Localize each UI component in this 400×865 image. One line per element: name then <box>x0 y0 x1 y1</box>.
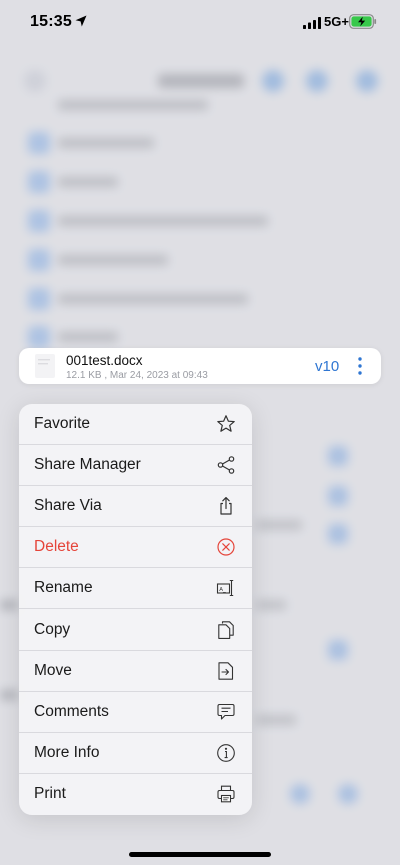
menu-item-more-info[interactable]: More Info <box>19 733 252 774</box>
network-type: 5G+ <box>324 14 349 29</box>
menu-item-print[interactable]: Print <box>19 774 252 815</box>
menu-item-label: Share Manager <box>34 456 141 474</box>
menu-item-label: Delete <box>34 538 79 556</box>
menu-item-favorite[interactable]: Favorite <box>19 404 252 446</box>
location-arrow-icon <box>74 14 88 28</box>
star-icon <box>216 414 236 434</box>
document-thumbnail-icon <box>33 352 69 380</box>
svg-text:A_: A_ <box>219 587 226 593</box>
more-vertical-icon[interactable] <box>355 355 365 377</box>
menu-item-label: Copy <box>34 620 71 638</box>
file-meta: 12.1 KB , Mar 24, 2023 at 09:43 <box>66 370 208 381</box>
menu-item-copy[interactable]: Copy <box>19 609 252 651</box>
share-icon <box>216 496 236 516</box>
status-bar: 15:35 5G+ <box>0 0 400 44</box>
move-icon <box>216 661 236 681</box>
file-name: 001test.docx <box>66 353 143 368</box>
menu-item-label: Share Via <box>34 497 102 515</box>
menu-item-label: More Info <box>34 743 100 761</box>
menu-item-rename[interactable]: Rename A_ <box>19 568 252 610</box>
menu-item-label: Move <box>34 661 72 679</box>
print-icon <box>216 784 236 804</box>
context-menu: Favorite Share Manager Share Via Delete <box>19 404 252 815</box>
menu-item-label: Rename <box>34 579 93 597</box>
battery-charging-icon <box>349 14 377 29</box>
copy-icon <box>216 620 236 640</box>
status-time: 15:35 <box>30 13 72 30</box>
menu-item-move[interactable]: Move <box>19 651 252 692</box>
file-version-link[interactable]: v10 <box>315 358 339 375</box>
menu-item-label: Comments <box>34 702 109 720</box>
rename-icon: A_ <box>216 578 236 598</box>
share-nodes-icon <box>216 455 236 475</box>
info-icon <box>216 743 236 763</box>
menu-item-share-manager[interactable]: Share Manager <box>19 445 252 487</box>
menu-item-comments[interactable]: Comments <box>19 692 252 733</box>
menu-item-label: Print <box>34 785 66 803</box>
home-indicator[interactable] <box>129 852 271 857</box>
menu-item-delete[interactable]: Delete <box>19 527 252 569</box>
menu-item-share-via[interactable]: Share Via <box>19 486 252 528</box>
delete-circle-icon <box>216 537 236 557</box>
comment-icon <box>216 702 236 722</box>
menu-item-label: Favorite <box>34 415 90 433</box>
cellular-signal-icon <box>303 16 321 29</box>
file-card[interactable]: 001test.docx 12.1 KB , Mar 24, 2023 at 0… <box>19 348 381 384</box>
